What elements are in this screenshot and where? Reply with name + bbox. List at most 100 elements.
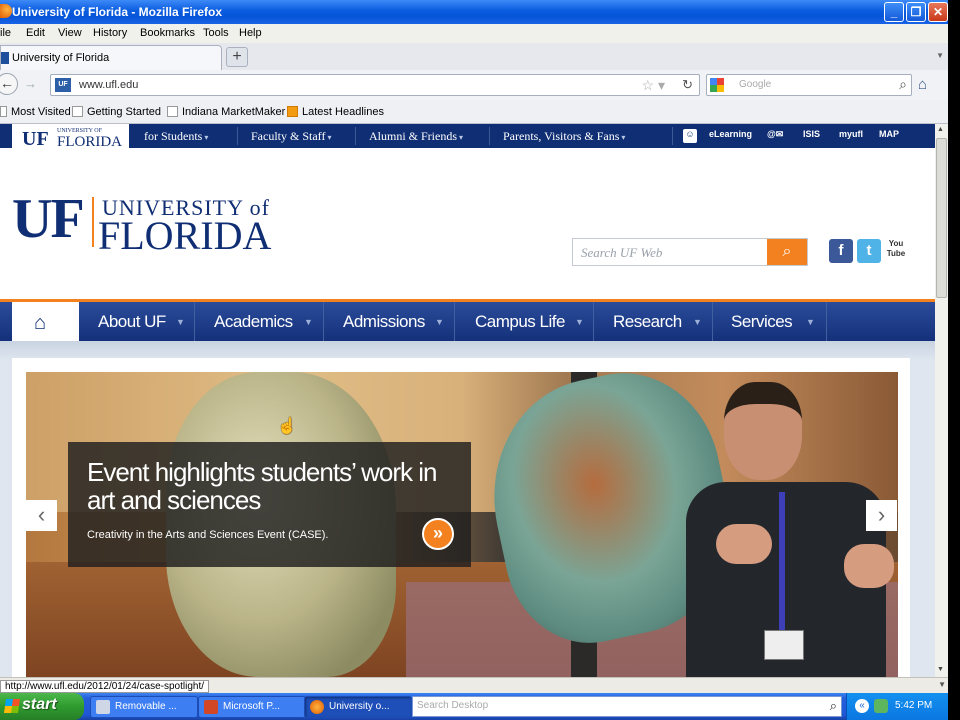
bookmark-label: Indiana MarketMaker — [182, 106, 286, 118]
person-head — [724, 382, 802, 480]
uf-search-button[interactable]: ⌕ — [767, 239, 807, 265]
new-tab-button[interactable]: + — [226, 47, 248, 67]
divider — [355, 127, 356, 145]
directory-icon[interactable]: ☺ — [683, 129, 697, 143]
nav-for-students[interactable]: for Students — [144, 129, 208, 144]
menu-tools[interactable]: Tools — [203, 27, 229, 39]
hero-person — [676, 382, 898, 677]
webmail-link[interactable]: @✉ — [767, 129, 783, 140]
task-firefox-university[interactable]: University o... — [304, 696, 412, 718]
google-icon[interactable] — [710, 78, 724, 92]
bookmark-star-icon[interactable]: ☆ ▾ — [642, 77, 665, 94]
chevron-down-icon[interactable]: ▼ — [176, 317, 185, 327]
divider — [593, 302, 594, 344]
read-more-button[interactable]: » — [422, 518, 454, 550]
nav-alumni-friends[interactable]: Alumni & Friends — [369, 129, 463, 144]
search-placeholder: Google — [739, 79, 772, 90]
nav-campus-life[interactable]: Campus Life — [475, 312, 565, 332]
menu-help[interactable]: Help — [239, 27, 262, 39]
carousel-prev-button[interactable]: ‹ — [26, 500, 57, 531]
header-logo-uf[interactable]: UF — [12, 191, 85, 247]
chevron-down-icon[interactable]: ▼ — [806, 317, 815, 327]
uf-top-bar: for Students Faculty & Staff Alumni & Fr… — [0, 124, 935, 148]
url-text[interactable]: www.ufl.edu — [79, 79, 138, 91]
nav-about-uf[interactable]: About UF — [98, 312, 166, 332]
back-button[interactable]: ← — [0, 73, 18, 95]
header-logo-florida[interactable]: FLORIDA — [98, 212, 271, 259]
bookmark-latest-headlines[interactable]: Latest Headlines — [287, 106, 384, 118]
windows-flag-icon — [4, 699, 20, 713]
scroll-down-icon[interactable]: ▼ — [937, 666, 944, 673]
chevron-down-icon[interactable]: ▼ — [693, 317, 702, 327]
divider — [237, 127, 238, 145]
firefox-icon — [0, 4, 12, 18]
menu-bar: ile Edit View History Bookmarks Tools He… — [0, 24, 948, 43]
chevron-down-icon[interactable]: ▼ — [435, 317, 444, 327]
taskbar: start Removable ... Microsoft P... Unive… — [0, 693, 948, 720]
menu-bookmarks[interactable]: Bookmarks — [140, 27, 195, 39]
minimize-button[interactable]: _ — [884, 2, 904, 22]
map-link[interactable]: MAP — [879, 129, 899, 139]
url-bar[interactable]: UF www.ufl.edu ☆ ▾ ↻ — [50, 74, 700, 96]
bookmark-getting-started[interactable]: Getting Started — [72, 106, 161, 118]
uf-favicon — [1, 52, 9, 64]
carousel-next-button[interactable]: › — [866, 500, 897, 531]
start-button[interactable]: start — [0, 693, 84, 720]
network-icon[interactable] — [874, 699, 888, 713]
chevron-down-icon[interactable]: ▼ — [575, 317, 584, 327]
menu-view[interactable]: View — [58, 27, 82, 39]
uf-search-input[interactable]: Search UF Web ⌕ — [572, 238, 808, 266]
menu-file[interactable]: ile — [0, 27, 11, 39]
elearning-link[interactable]: eLearning — [709, 129, 752, 139]
nav-academics[interactable]: Academics — [214, 312, 293, 332]
task-removable-disk[interactable]: Removable ... — [90, 696, 198, 718]
forward-button[interactable]: → — [24, 76, 37, 91]
scrollbar-thumb[interactable] — [936, 138, 947, 298]
maximize-button[interactable]: ❐ — [906, 2, 926, 22]
desktop-search-input[interactable]: Search Desktop ⌕ — [412, 696, 842, 717]
bookmark-label: Latest Headlines — [302, 106, 384, 118]
task-microsoft-powerpoint[interactable]: Microsoft P... — [198, 696, 306, 718]
tab-university-of-florida[interactable]: University of Florida — [0, 45, 222, 70]
twitter-icon[interactable]: t — [857, 239, 881, 263]
tab-list-arrow-icon[interactable]: ▼ — [936, 51, 944, 60]
powerpoint-icon — [204, 700, 218, 714]
menu-edit[interactable]: Edit — [26, 27, 45, 39]
vertical-scrollbar[interactable]: ▲ ▼ — [935, 124, 948, 677]
divider — [826, 302, 827, 344]
myufl-link[interactable]: myufl — [839, 129, 863, 139]
system-tray: « 5:42 PM — [846, 693, 948, 720]
reload-icon[interactable]: ↻ — [682, 77, 693, 93]
clock[interactable]: 5:42 PM — [895, 700, 932, 711]
status-bar: http://www.ufl.edu/2012/01/24/case-spotl… — [0, 677, 948, 693]
status-arrow-icon: ▼ — [938, 680, 946, 689]
menu-history[interactable]: History — [93, 27, 127, 39]
youtube-label: You Tube — [884, 239, 908, 259]
site-identity-icon[interactable]: UF — [55, 78, 71, 92]
isis-link[interactable]: ISIS — [803, 129, 820, 139]
tab-strip: University of Florida + ▼ — [0, 43, 948, 70]
home-icon[interactable]: ⌂ — [918, 76, 927, 93]
tray-arrow-icon[interactable]: « — [855, 699, 869, 713]
nav-faculty-staff[interactable]: Faculty & Staff — [251, 129, 331, 144]
hero-headline[interactable]: Event highlights students’ work in art a… — [87, 458, 447, 514]
scroll-up-icon[interactable]: ▲ — [937, 126, 944, 133]
close-button[interactable]: ✕ — [928, 2, 948, 22]
facebook-icon[interactable]: f — [829, 239, 853, 263]
status-url: http://www.ufl.edu/2012/01/24/case-spotl… — [0, 680, 210, 693]
youtube-icon[interactable]: You Tube — [884, 239, 908, 263]
divider — [712, 302, 713, 344]
bookmark-indiana-marketmaker[interactable]: Indiana MarketMaker — [167, 106, 285, 118]
search-icon[interactable]: ⌕ — [830, 698, 837, 714]
chevron-down-icon[interactable]: ▼ — [304, 317, 313, 327]
nav-research[interactable]: Research — [613, 312, 682, 332]
hero-caption[interactable]: Event highlights students’ work in art a… — [68, 442, 471, 567]
home-nav-button[interactable]: ⌂ — [12, 299, 79, 344]
nav-services[interactable]: Services — [731, 312, 793, 332]
window-title-bar: University of Florida - Mozilla Firefox … — [0, 0, 948, 24]
bookmark-most-visited[interactable]: Most Visited — [0, 106, 71, 118]
nav-parents-visitors-fans[interactable]: Parents, Visitors & Fans — [503, 129, 625, 144]
search-icon[interactable]: ⌕ — [899, 76, 907, 93]
search-bar[interactable]: Google ⌕ — [706, 74, 912, 96]
nav-admissions[interactable]: Admissions — [343, 312, 425, 332]
